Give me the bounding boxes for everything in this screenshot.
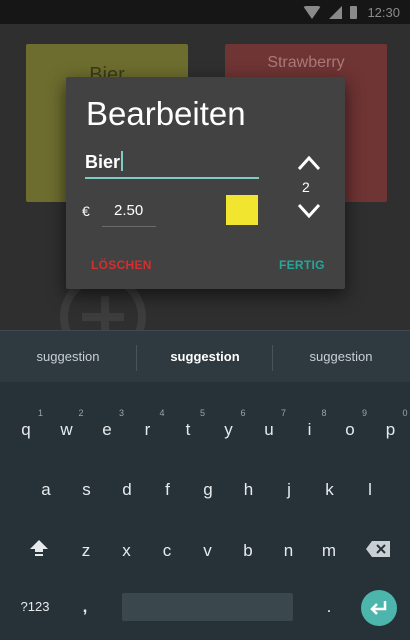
key-k[interactable]: k: [310, 480, 350, 500]
key-hint: 6: [240, 408, 246, 418]
enter-icon: [370, 601, 387, 615]
enter-key[interactable]: [361, 590, 397, 626]
key-z[interactable]: z: [66, 541, 106, 561]
currency-symbol: €: [82, 203, 90, 219]
key-hint: 0: [402, 408, 408, 418]
key-c[interactable]: c: [147, 541, 187, 561]
key-hint: 4: [159, 408, 165, 418]
shift-icon[interactable]: [29, 538, 49, 558]
status-bar: 12:30: [0, 0, 410, 24]
decrease-chevron-down-icon[interactable]: [296, 201, 322, 221]
key-hint: 2: [78, 408, 84, 418]
delete-button[interactable]: LÖSCHEN: [91, 258, 152, 272]
key-x[interactable]: x: [107, 541, 147, 561]
key-s[interactable]: s: [67, 480, 107, 500]
key-h[interactable]: h: [229, 480, 269, 500]
key-g[interactable]: g: [188, 480, 228, 500]
key-hint: 7: [281, 408, 287, 418]
key-j[interactable]: j: [269, 480, 309, 500]
key-a[interactable]: a: [26, 480, 66, 500]
space-key[interactable]: [122, 593, 293, 621]
key-w[interactable]: w: [47, 420, 87, 440]
name-input-value: Bier: [85, 152, 121, 172]
text-cursor: [121, 151, 124, 171]
edit-dialog: Bearbeiten Bier 2 € 2.50 LÖSCHEN FERTIG: [66, 77, 345, 289]
key-m[interactable]: m: [309, 541, 349, 561]
key-b[interactable]: b: [228, 541, 268, 561]
key-hint: 8: [321, 408, 327, 418]
key-p[interactable]: p: [371, 420, 410, 440]
comma-key[interactable]: ,: [65, 597, 105, 617]
key-y[interactable]: y: [209, 420, 249, 440]
key-d[interactable]: d: [107, 480, 147, 500]
key-hint: 3: [119, 408, 125, 418]
product-tile-label: Strawberry: [267, 54, 345, 71]
key-n[interactable]: n: [269, 541, 309, 561]
increase-chevron-up-icon[interactable]: [296, 153, 322, 173]
key-u[interactable]: u: [249, 420, 289, 440]
soft-keyboard: q 1w 2e 3r 4t 5y 6u 7i 8o 9p 0 asdfghjkl zxcvbnm ?…: [0, 382, 410, 640]
name-input[interactable]: Bier: [85, 149, 259, 179]
key-hint: 9: [362, 408, 368, 418]
dialog-title: Bearbeiten: [86, 95, 246, 132]
key-v[interactable]: v: [188, 541, 228, 561]
done-button[interactable]: FERTIG: [279, 258, 325, 272]
key-i[interactable]: i: [290, 420, 330, 440]
backspace-icon[interactable]: [366, 541, 390, 557]
suggestion-right[interactable]: suggestion: [273, 349, 409, 364]
suggestion-strip: suggestion suggestion suggestion: [0, 330, 410, 383]
key-hint: 1: [38, 408, 44, 418]
key-q[interactable]: q: [6, 420, 46, 440]
battery-icon: [350, 5, 358, 19]
quantity-value: 2: [302, 179, 310, 195]
key-o[interactable]: o: [330, 420, 370, 440]
symbols-key[interactable]: ?123: [15, 599, 55, 614]
period-key[interactable]: .: [309, 597, 349, 617]
suggestion-center[interactable]: suggestion: [137, 349, 273, 364]
key-hint: 5: [200, 408, 206, 418]
key-e[interactable]: e: [87, 420, 127, 440]
suggestion-left[interactable]: suggestion: [0, 349, 136, 364]
key-r[interactable]: r: [128, 420, 168, 440]
status-time: 12:30: [367, 4, 400, 20]
signal-icon: [329, 5, 343, 19]
wifi-icon: [303, 5, 322, 19]
key-t[interactable]: t: [168, 420, 208, 440]
price-input[interactable]: 2.50: [102, 195, 156, 227]
color-picker-swatch[interactable]: [226, 195, 258, 225]
key-l[interactable]: l: [350, 480, 390, 500]
key-f[interactable]: f: [148, 480, 188, 500]
